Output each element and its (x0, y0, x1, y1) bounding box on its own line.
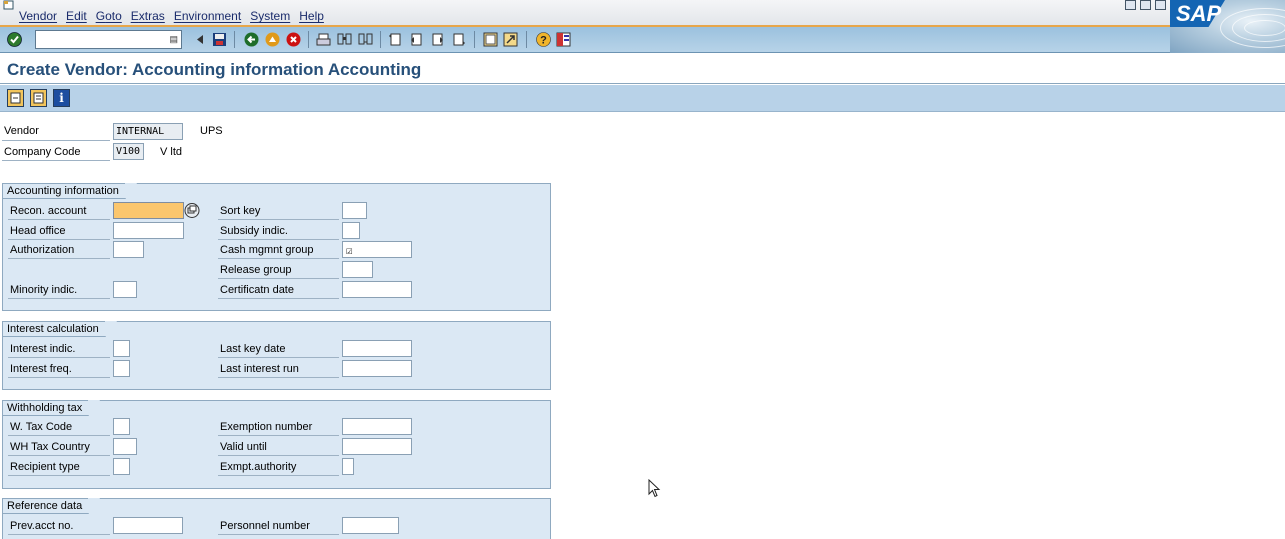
withholding-tax-title: Withholding tax (3, 400, 101, 416)
sort-key-field[interactable] (342, 202, 367, 219)
sort-key-label: Sort key (220, 205, 261, 217)
menu-bar: Vendor Edit Goto Extras Environment Syst… (0, 0, 1285, 27)
maximize-icon[interactable] (1140, 0, 1151, 10)
menu-vendor[interactable]: Vendor (19, 9, 57, 23)
print-icon[interactable] (316, 32, 331, 47)
find-icon[interactable] (337, 32, 352, 47)
create-session-icon[interactable] (483, 32, 498, 47)
menu-help[interactable]: Help (299, 9, 324, 23)
interest-indic-label: Interest indic. (10, 343, 76, 355)
cash-mgmt-group-label: Cash mgmnt group (220, 244, 314, 256)
menu-system[interactable]: System (250, 9, 290, 23)
company-name: V ltd (160, 146, 183, 158)
info-icon[interactable]: i (53, 89, 70, 107)
first-page-icon[interactable] (388, 32, 403, 47)
interest-indic-field[interactable] (113, 340, 130, 357)
cash-mgmt-group-field[interactable]: ☑ (342, 241, 412, 258)
authorization-label: Authorization (10, 244, 75, 256)
interest-calculation-group: Interest calculation (2, 321, 551, 390)
reference-data-group: Reference data (2, 498, 551, 539)
application-toolbar: i (0, 85, 1285, 112)
shortcut-icon[interactable] (503, 32, 518, 47)
interest-freq-field[interactable] (113, 360, 130, 377)
last-interest-run-label: Last interest run (220, 363, 299, 375)
last-key-date-label: Last key date (220, 343, 286, 355)
menu-extras[interactable]: Extras (131, 9, 165, 23)
exemption-number-field[interactable] (342, 418, 412, 435)
prev-page-icon[interactable] (409, 32, 424, 47)
wh-tax-country-field[interactable] (113, 438, 137, 455)
subsidy-indic-label: Subsidy indic. (220, 225, 288, 237)
prev-screen-icon[interactable] (7, 89, 24, 107)
w-tax-code-field[interactable] (113, 418, 130, 435)
reference-data-title: Reference data (3, 498, 101, 514)
accounting-information-title: Accounting information (3, 183, 137, 199)
release-group-label: Release group (220, 264, 292, 276)
next-page-icon[interactable] (430, 32, 445, 47)
personnel-number-field[interactable] (342, 517, 399, 534)
next-screen-icon[interactable] (30, 89, 47, 107)
interest-calculation-title: Interest calculation (3, 321, 117, 337)
minority-indic-field[interactable] (113, 281, 137, 298)
enter-icon[interactable] (7, 32, 22, 47)
command-field[interactable]: ▤ (35, 30, 182, 49)
exemption-number-label: Exemption number (220, 421, 313, 433)
head-office-label: Head office (10, 225, 66, 237)
last-page-icon[interactable] (451, 32, 466, 47)
back-icon[interactable] (193, 32, 208, 47)
minority-indic-label: Minority indic. (10, 284, 78, 296)
vendor-name: UPS (200, 125, 223, 137)
cancel-icon[interactable] (286, 32, 301, 47)
svg-text:?: ? (540, 35, 547, 47)
title-bar: Create Vendor: Accounting information Ac… (0, 54, 1285, 84)
mouse-cursor-icon (648, 479, 661, 498)
last-key-date-field[interactable] (342, 340, 412, 357)
valid-until-field[interactable] (342, 438, 412, 455)
recon-account-label: Recon. account (10, 205, 87, 217)
release-group-field[interactable] (342, 261, 373, 278)
valid-until-label: Valid until (220, 441, 267, 453)
command-dropdown-icon[interactable]: ▤ (169, 34, 178, 45)
menu-goto[interactable]: Goto (96, 9, 122, 23)
authorization-field[interactable] (113, 241, 144, 258)
search-help-icon[interactable] (184, 202, 200, 219)
help-icon[interactable]: ? (536, 32, 551, 47)
recon-account-field[interactable] (113, 202, 184, 219)
recipient-type-label: Recipient type (10, 461, 80, 473)
certificatn-date-field[interactable] (342, 281, 412, 298)
exmpt-authority-label: Exmpt.authority (220, 461, 297, 473)
sap-logo: SAP (1170, 0, 1285, 53)
certificatn-date-label: Certificatn date (220, 284, 294, 296)
vendor-label: Vendor (4, 125, 39, 137)
prev-acct-no-field[interactable] (113, 517, 183, 534)
menu-edit[interactable]: Edit (66, 9, 87, 23)
interest-freq-label: Interest freq. (10, 363, 72, 375)
subsidy-indic-field[interactable] (342, 222, 360, 239)
wh-tax-country-label: WH Tax Country (10, 441, 90, 453)
minimize-icon[interactable] (1125, 0, 1136, 10)
close-icon[interactable] (1155, 0, 1166, 10)
save-icon[interactable] (212, 32, 227, 47)
company-code-label: Company Code (4, 146, 81, 158)
menu-items: Vendor Edit Goto Extras Environment Syst… (10, 9, 324, 23)
recipient-type-field[interactable] (113, 458, 130, 475)
prev-acct-no-label: Prev.acct no. (10, 520, 74, 532)
sap-logo-text: SAP (1176, 1, 1222, 26)
standard-toolbar: ▤ ? (0, 27, 1170, 53)
vendor-field: INTERNAL (113, 123, 183, 140)
value-check-icon: ☑ (346, 244, 353, 257)
last-interest-run-field[interactable] (342, 360, 412, 377)
layout-menu-icon[interactable] (556, 32, 571, 47)
head-office-field[interactable] (113, 222, 184, 239)
personnel-number-label: Personnel number (220, 520, 310, 532)
w-tax-code-label: W. Tax Code (10, 421, 73, 433)
menu-environment[interactable]: Environment (174, 9, 241, 23)
company-code-field: V100 (113, 143, 144, 160)
find-next-icon[interactable] (358, 32, 373, 47)
exit-icon[interactable] (265, 32, 280, 47)
page-title: Create Vendor: Accounting information Ac… (7, 60, 422, 79)
back-arrow-icon[interactable] (244, 32, 259, 47)
exmpt-authority-field[interactable] (342, 458, 354, 475)
